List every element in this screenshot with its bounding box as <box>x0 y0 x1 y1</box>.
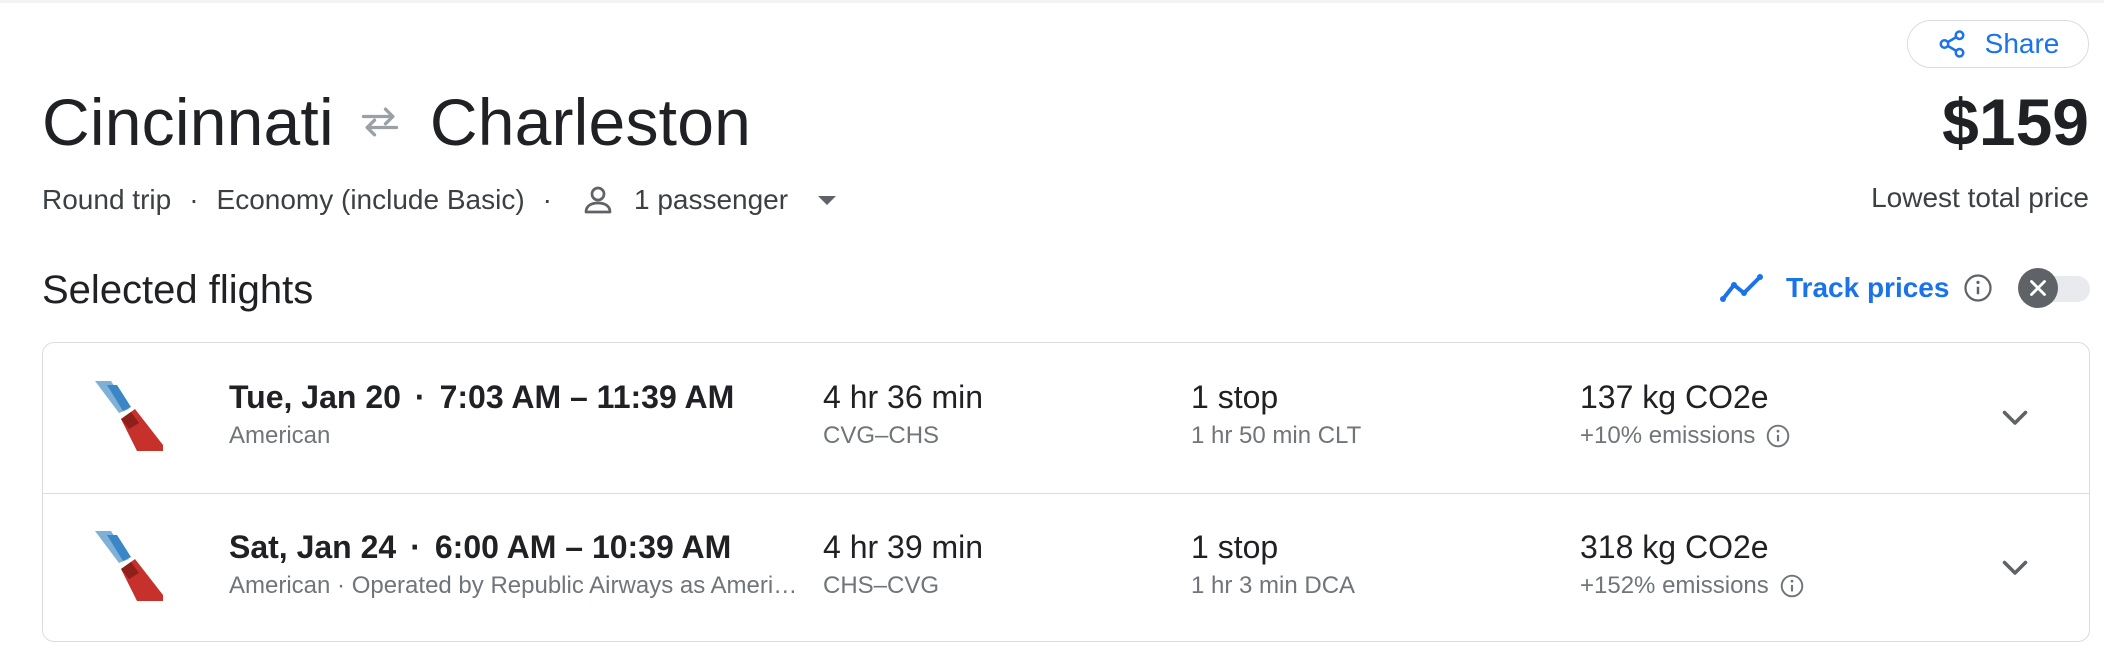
route-codes: CHS–CVG <box>823 572 940 599</box>
price-label: Lowest total price <box>1871 182 2089 213</box>
origin-city: Cincinnati <box>42 85 334 159</box>
share-icon <box>1939 30 1965 58</box>
toggle-knob <box>2018 268 2058 308</box>
flight-duration: 4 hr 39 min CHS–CVG <box>823 525 983 603</box>
passenger-count: 1 passenger <box>633 184 789 215</box>
cabin-class: Economy (include Basic) <box>216 184 525 215</box>
route-title: Cincinnati Charleston <box>42 82 751 162</box>
top-divider <box>0 0 2104 3</box>
flight-duration: 4 hr 36 min CVG–CHS <box>823 375 983 453</box>
american-airlines-logo <box>95 531 163 601</box>
chevron-down-icon[interactable] <box>1997 399 2033 435</box>
flight-schedule: Tue, Jan 20 · 7:03 AM – 11:39 AM <box>229 375 844 419</box>
duration-value: 4 hr 36 min <box>823 379 984 415</box>
flight-emissions: 137 kg CO2e +10% emissions <box>1580 375 1791 453</box>
track-prices-label: Track prices <box>1786 272 1950 303</box>
track-prices[interactable]: Track prices <box>1720 272 1993 304</box>
emissions-delta: +10% emissions <box>1580 422 1756 449</box>
flight-row[interactable]: Tue, Jan 20 · 7:03 AM – 11:39 AM American … <box>43 343 2089 494</box>
chevron-down-icon[interactable] <box>1997 549 2033 585</box>
flight-stops: 1 stop 1 hr 50 min CLT <box>1191 375 1361 453</box>
person-icon <box>584 186 612 214</box>
flight-times: Tue, Jan 20 · 7:03 AM – 11:39 AM American <box>229 375 844 453</box>
flight-stops: 1 stop 1 hr 3 min DCA <box>1191 525 1355 603</box>
stops-value: 1 stop <box>1191 379 1279 415</box>
flight-times-value: 6:00 AM – 10:39 AM <box>434 529 732 565</box>
dropdown-caret-icon <box>818 195 837 205</box>
flight-schedule: Sat, Jan 24 · 6:00 AM – 10:39 AM <box>229 525 844 569</box>
trend-icon <box>1720 274 1763 302</box>
flight-row[interactable]: Sat, Jan 24 · 6:00 AM – 10:39 AM American … <box>43 493 2089 643</box>
info-icon[interactable] <box>1779 573 1805 599</box>
separator: · <box>542 184 552 215</box>
layover-info: 1 hr 3 min DCA <box>1191 572 1356 599</box>
share-button[interactable]: Share <box>1907 20 2089 68</box>
lowest-price: $159 <box>1942 85 2089 159</box>
flight-emissions: 318 kg CO2e +152% emissions <box>1580 525 1805 603</box>
emissions-delta: +152% emissions <box>1580 572 1769 599</box>
swap-arrows-icon <box>361 107 398 137</box>
separator: · <box>410 529 421 565</box>
separator: · <box>189 184 199 215</box>
emissions-delta-row: +152% emissions <box>1580 569 1805 603</box>
share-label: Share <box>1984 28 2060 59</box>
trip-type: Round trip <box>42 184 172 215</box>
duration-value: 4 hr 39 min <box>823 529 984 565</box>
emissions-value: 318 kg CO2e <box>1580 529 1769 565</box>
american-airlines-logo <box>95 381 163 451</box>
passenger-selector[interactable]: 1 passenger <box>570 182 837 218</box>
flight-times-value: 7:03 AM – 11:39 AM <box>439 379 735 415</box>
flight-date: Sat, Jan 24 <box>229 529 397 565</box>
route-codes: CVG–CHS <box>823 422 940 449</box>
airline-name: American <box>229 422 331 449</box>
separator: · <box>414 379 426 415</box>
close-icon <box>2030 280 2046 296</box>
airline-name: American · Operated by Republic Airways … <box>229 572 809 599</box>
flight-date: Tue, Jan 20 <box>229 379 401 415</box>
destination-city: Charleston <box>429 85 751 159</box>
info-icon[interactable] <box>1963 273 1993 303</box>
emissions-value: 137 kg CO2e <box>1580 379 1769 415</box>
layover-info: 1 hr 50 min CLT <box>1191 422 1362 449</box>
flight-times: Sat, Jan 24 · 6:00 AM – 10:39 AM American … <box>229 525 844 603</box>
track-prices-toggle[interactable] <box>2018 268 2090 308</box>
selected-flights-list: Tue, Jan 20 · 7:03 AM – 11:39 AM American … <box>42 342 2090 642</box>
trip-options: Round trip · Economy (include Basic) · 1… <box>42 182 837 218</box>
emissions-delta-row: +10% emissions <box>1580 419 1791 453</box>
info-icon[interactable] <box>1765 423 1791 449</box>
section-title: Selected flights <box>42 268 314 312</box>
stops-value: 1 stop <box>1191 529 1279 565</box>
